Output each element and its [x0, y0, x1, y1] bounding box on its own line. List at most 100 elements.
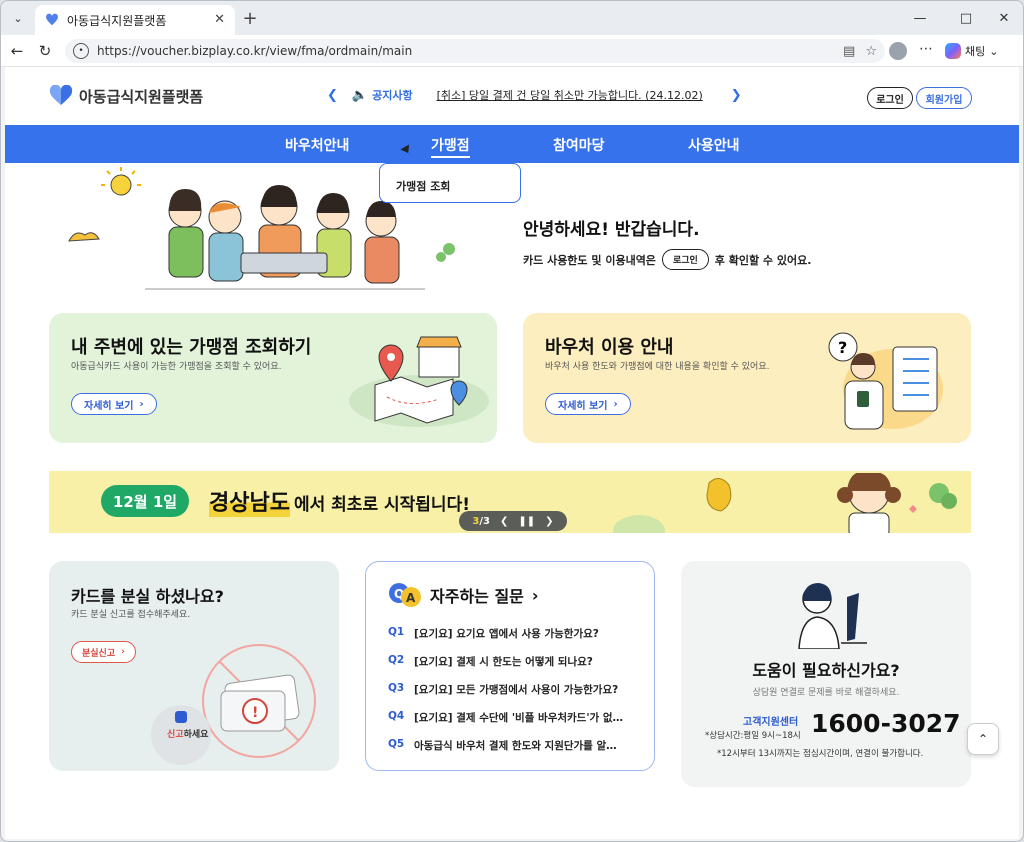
pager-pause-icon[interactable]: ❚❚ — [518, 516, 535, 527]
pager-prev-chevron-icon[interactable]: ❮ — [500, 516, 508, 527]
site-logo[interactable]: 아동급식지원플랫폼 — [49, 85, 203, 107]
lost-card-card[interactable]: 카드를 분실 하셨나요? 카드 분실 신고를 접수해주세요. 분실신고 › ! … — [49, 561, 339, 771]
new-tab-plus-icon[interactable]: + — [239, 7, 261, 29]
heart-logo-icon — [49, 85, 73, 105]
faq-item[interactable]: Q3 [요기요] 모든 가맹점에서 사용이 가능한가요? — [388, 682, 638, 710]
site-header: 아동급식지원플랫폼 ❮ 🔈 공지사항 [취소] 당일 결제 건 당일 취소만 가… — [5, 67, 1019, 125]
maximize-icon[interactable]: □ — [951, 7, 981, 29]
scroll-to-top-chevron-icon[interactable]: ⌃ — [967, 723, 999, 755]
notice-message-link[interactable]: [취소] 당일 결제 건 당일 취소만 가능합니다. (24.12.02) — [437, 87, 703, 103]
faq-item[interactable]: Q1 [요기요] 요기요 앱에서 사용 가능한가요? — [388, 626, 638, 654]
faq-q-number: Q4 — [388, 710, 405, 722]
browser-toolbar: ← ↻ • https://voucher.bizplay.co.kr/view… — [1, 35, 1023, 67]
faq-list: Q1 [요기요] 요기요 앱에서 사용 가능한가요? Q2 [요기요] 결제 시 한… — [388, 626, 638, 766]
card-title: 내 주변에 있는 가맹점 조회하기 — [71, 337, 312, 358]
pager-next-chevron-icon[interactable]: ❯ — [545, 516, 553, 527]
chevron-right-icon: › — [139, 398, 144, 410]
join-button[interactable]: 회원가입 — [916, 87, 972, 109]
reader-mode-icon[interactable]: ▤ — [843, 44, 855, 59]
chevron-right-icon: › — [531, 585, 539, 605]
faq-question: [요기요] 요기요 앱에서 사용 가능한가요? — [414, 628, 599, 640]
notice-prev-chevron-icon[interactable]: ❮ — [327, 88, 338, 103]
nav-item-participation[interactable]: 참여마당 — [553, 135, 605, 155]
chevron-right-icon: › — [121, 647, 125, 657]
promo-banner[interactable]: 12월 1일 경상남도 에서 최초로 시작됩니다! 3/3 ❮ ❚❚ ❯ — [49, 471, 971, 533]
report-badge-rest: 하세요 — [183, 730, 209, 740]
faq-q-number: Q2 — [388, 654, 405, 666]
chevron-right-icon: › — [613, 398, 618, 410]
faq-heading[interactable]: Q A 자주하는 질문 › — [388, 582, 538, 608]
banner-highlight: 경상남도 — [209, 485, 290, 517]
merchants-dropdown: 가맹점 조회 — [379, 163, 521, 203]
faq-card: Q A 자주하는 질문 › Q1 [요기요] 요기요 앱에서 사용 가능한가요? … — [365, 561, 655, 771]
report-lost-button[interactable]: 분실신고 › — [71, 641, 136, 663]
close-window-icon[interactable]: ✕ — [989, 7, 1019, 29]
back-arrow-icon[interactable]: ← — [5, 39, 29, 63]
help-title: 도움이 필요하신가요? — [752, 661, 900, 680]
nav-item-merchants[interactable]: 가맹점 — [431, 135, 470, 158]
inline-login-button[interactable]: 로그인 — [661, 249, 709, 270]
card-desc: 카드 분실 신고를 접수해주세요. — [71, 610, 191, 620]
greeting-sub-after: 후 확인할 수 있어요. — [714, 253, 812, 267]
banner-pager: 3/3 ❮ ❚❚ ❯ — [459, 511, 567, 531]
nearby-details-button[interactable]: 자세히 보기 › — [71, 393, 157, 415]
browser-window: ⌄ 아동급식지원플랫폼 ✕ + — □ ✕ ← ↻ • https://vouc… — [0, 0, 1024, 842]
nearby-merchants-card[interactable]: 내 주변에 있는 가맹점 조회하기 아동급식카드 사용이 가능한 가맹점을 조회… — [49, 313, 497, 443]
close-tab-icon[interactable]: ✕ — [214, 12, 225, 27]
copilot-chat-button[interactable]: 채팅 ⌄ — [945, 40, 998, 62]
voucher-guide-card[interactable]: 바우처 이용 안내 바우처 사용 한도와 가맹점에 대한 내용을 확인할 수 있… — [523, 313, 971, 443]
greeting-heading: 안녕하세요! 반갑습니다. — [523, 220, 700, 240]
banner-date-pill: 12월 1일 — [101, 485, 189, 517]
browser-tab[interactable]: 아동급식지원플랫폼 ✕ — [35, 5, 235, 35]
minimize-icon[interactable]: — — [905, 7, 935, 29]
tab-list-chevron-icon[interactable]: ⌄ — [7, 7, 29, 29]
faq-item[interactable]: Q2 [요기요] 결제 시 한도는 어떻게 되나요? — [388, 654, 638, 682]
faq-item[interactable]: Q4 [요기요] 결제 수단에 '비플 바우처카드'가 없… — [388, 710, 638, 738]
notice-ticker: ❮ 🔈 공지사항 [취소] 당일 결제 건 당일 취소만 가능합니다. (24.… — [327, 87, 742, 103]
speaker-icon: 🔈 — [351, 87, 369, 103]
faq-question: 아동급식 바우처 결제 한도와 지원단가를 알… — [414, 740, 617, 752]
button-label: 자세히 보기 — [84, 400, 134, 412]
map-store-icon — [349, 336, 489, 427]
card-desc: 아동급식카드 사용이 가능한 가맹점을 조회할 수 있어요. — [71, 362, 282, 372]
nav-item-usage-guide[interactable]: 사용안내 — [688, 135, 740, 155]
button-label: 자세히 보기 — [558, 400, 608, 412]
more-menu-icon[interactable]: ⋯ — [919, 41, 933, 57]
nav-item-voucher-guide[interactable]: 바우처안내 — [285, 135, 349, 155]
faq-item[interactable]: Q5 아동급식 바우처 결제 한도와 지원단가를 알… — [388, 738, 638, 766]
address-bar[interactable]: • https://voucher.bizplay.co.kr/view/fma… — [65, 39, 885, 63]
heart-favicon-icon — [46, 13, 58, 26]
operator-illustration — [798, 583, 867, 649]
support-note: *12시부터 13시까지는 점심시간이며, 연결이 불가합니다. — [717, 749, 924, 759]
dropdown-item-merchant-search[interactable]: 가맹점 조회 — [396, 180, 450, 193]
profile-avatar[interactable] — [889, 42, 907, 60]
refresh-icon[interactable]: ↻ — [33, 39, 57, 63]
qa-bubble-icon: Q A — [389, 583, 421, 607]
svg-text:A: A — [406, 591, 416, 605]
support-center-label: 고객지원센터 — [743, 717, 799, 728]
faq-question: [요기요] 결제 수단에 '비플 바우처카드'가 없… — [414, 712, 624, 724]
main-nav: 바우처안내 가맹점 참여마당 사용안내 — [5, 125, 1019, 163]
svg-text:?: ? — [838, 338, 847, 357]
report-badge: 신고하세요 — [167, 727, 208, 740]
logo-text: 아동급식지원플랫폼 — [79, 87, 204, 106]
faq-q-number: Q5 — [388, 738, 405, 750]
faq-q-number: Q3 — [388, 682, 405, 694]
url-text: https://voucher.bizplay.co.kr/view/fma/o… — [97, 44, 413, 58]
login-button[interactable]: 로그인 — [867, 87, 913, 109]
support-phone[interactable]: 1600-3027 — [811, 709, 961, 738]
tab-title: 아동급식지원플랫폼 — [67, 13, 167, 28]
faq-q-number: Q1 — [388, 626, 405, 638]
banner-headline: 경상남도 에서 최초로 시작됩니다! — [209, 485, 470, 517]
help-desc: 상담원 연결로 문제를 바로 해결하세요. — [752, 688, 900, 698]
tab-strip: ⌄ 아동급식지원플랫폼 ✕ + — □ ✕ — [1, 1, 1023, 35]
chevron-down-icon: ⌄ — [989, 44, 999, 58]
sun-icon — [101, 167, 141, 196]
site-info-icon[interactable]: • — [73, 43, 89, 59]
support-hours: *상담시간:평일 9시~18시 — [705, 731, 801, 741]
notice-next-chevron-icon[interactable]: ❯ — [731, 88, 742, 103]
favorite-star-icon[interactable]: ☆ — [865, 44, 877, 59]
copilot-icon — [945, 43, 961, 59]
greeting-sub: 카드 사용한도 및 이용내역은 로그인 후 확인할 수 있어요. — [523, 249, 811, 270]
voucher-details-button[interactable]: 자세히 보기 › — [545, 393, 631, 415]
